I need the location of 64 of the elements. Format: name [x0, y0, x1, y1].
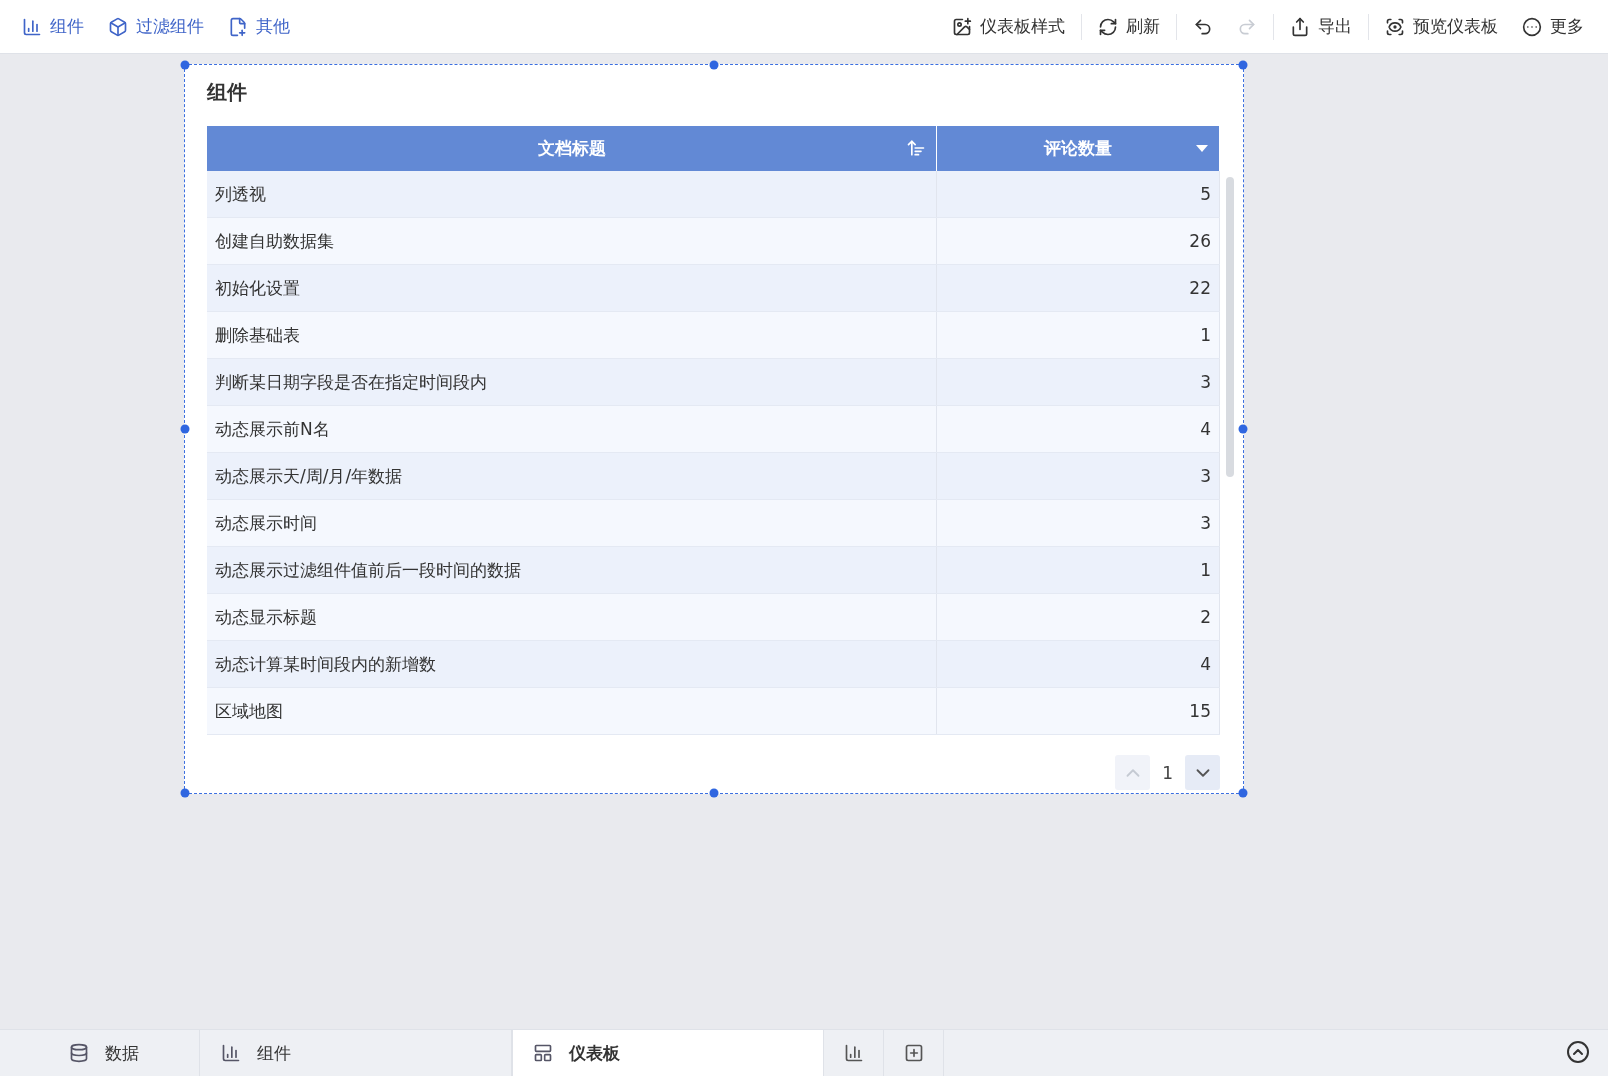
- resize-handle[interactable]: [1238, 788, 1248, 798]
- table-cell: 动态计算某时间段内的新增数: [207, 641, 937, 687]
- table-cell: 2: [937, 594, 1220, 640]
- database-icon: [69, 1043, 89, 1063]
- undo-icon: [1193, 16, 1213, 37]
- table-cell: 删除基础表: [207, 312, 937, 358]
- table-cell: 26: [937, 218, 1220, 264]
- table-cell: 22: [937, 265, 1220, 311]
- scrollbar[interactable]: [1226, 177, 1234, 477]
- bottom-tab[interactable]: 仪表板: [512, 1030, 824, 1076]
- table-cell: 4: [937, 641, 1220, 687]
- document-icon: [228, 16, 248, 37]
- collapse-button[interactable]: [1566, 1040, 1590, 1064]
- toolbar-button[interactable]: 导出: [1278, 11, 1364, 42]
- table-cell: 1: [937, 547, 1220, 593]
- table-cell: 区域地图: [207, 688, 937, 734]
- sort-icon[interactable]: [906, 138, 926, 158]
- table-cell: 判断某日期字段是否在指定时间段内: [207, 359, 937, 405]
- table-cell: 15: [937, 688, 1220, 734]
- toolbar-button[interactable]: 刷新: [1086, 11, 1172, 42]
- refresh-icon: [1098, 16, 1118, 37]
- resize-handle[interactable]: [180, 60, 190, 70]
- resize-handle[interactable]: [1238, 424, 1248, 434]
- table-cell: 动态展示天/周/月/年数据: [207, 453, 937, 499]
- widget-title: 组件: [207, 79, 248, 106]
- eye-icon: [1385, 16, 1405, 37]
- resize-handle[interactable]: [180, 788, 190, 798]
- table-cell: 动态显示标题: [207, 594, 937, 640]
- export-icon: [1290, 16, 1310, 37]
- resize-handle[interactable]: [1238, 60, 1248, 70]
- table-cell: 4: [937, 406, 1220, 452]
- chevron-up-icon: [1566, 1040, 1590, 1064]
- resize-handle[interactable]: [180, 424, 190, 434]
- table-cell: 5: [937, 171, 1220, 217]
- toolbar-button[interactable]: 过滤组件: [96, 11, 216, 42]
- toolbar-button[interactable]: 预览仪表板: [1373, 11, 1510, 42]
- table-cell: 初始化设置: [207, 265, 937, 311]
- chart-icon: [22, 16, 42, 37]
- toolbar-button[interactable]: 组件: [10, 11, 96, 42]
- resize-handle[interactable]: [709, 788, 719, 798]
- cube-icon: [108, 16, 128, 37]
- table-cell: 3: [937, 453, 1220, 499]
- table-cell: 1: [937, 312, 1220, 358]
- table-cell: 动态展示过滤组件值前后一段时间的数据: [207, 547, 937, 593]
- table-cell: 3: [937, 500, 1220, 546]
- next-page-button[interactable]: [1185, 755, 1220, 790]
- layout-icon: [533, 1043, 553, 1063]
- table-cell: 动态展示时间: [207, 500, 937, 546]
- page-number: 1: [1162, 762, 1173, 783]
- toolbar-button[interactable]: 更多: [1510, 11, 1596, 42]
- style-icon: [952, 16, 972, 37]
- chart-icon: [843, 1043, 864, 1063]
- more-icon: [1522, 16, 1542, 37]
- toolbar-button[interactable]: 仪表板样式: [940, 11, 1077, 42]
- table-cell: 动态展示前N名: [207, 406, 937, 452]
- table-cell: 3: [937, 359, 1220, 405]
- table-cell: 创建自助数据集: [207, 218, 937, 264]
- bar-chart-icon: [221, 1043, 241, 1063]
- table-cell: 列透视: [207, 171, 937, 217]
- plus-square-icon: [903, 1043, 924, 1063]
- resize-handle[interactable]: [709, 60, 719, 70]
- redo-icon: [1237, 16, 1257, 37]
- toolbar-button[interactable]: 其他: [216, 11, 302, 42]
- bottom-tab[interactable]: 数据: [48, 1030, 200, 1076]
